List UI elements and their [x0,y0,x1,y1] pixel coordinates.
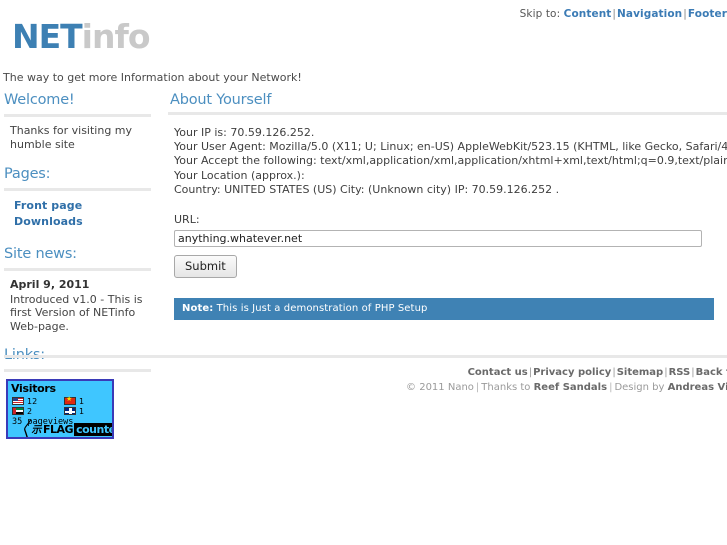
footer-sep-3: | [664,367,668,378]
news-body: Introduced v1.0 - This is first Version … [10,292,143,333]
flag-counter-swoosh-icon: 〱示 [20,425,44,436]
submit-button[interactable]: Submit [174,255,237,279]
flag-counter-brand-counter: counter [74,423,112,436]
news-date: April 9, 2011 [10,278,90,291]
flag-ae-icon [12,407,24,415]
skip-label: Skip to: [519,8,561,20]
sidebar-link-downloads[interactable]: Downloads [14,214,151,230]
flag-counter-count-cn: 1 [79,397,85,406]
note-banner: Note: This is Just a demonstration of PH… [174,298,714,321]
footer-link-rss[interactable]: RSS [669,367,691,378]
footer-thanks-name[interactable]: Reef Sandals [534,382,607,393]
info-line-accept: Your Accept the following: text/xml,appl… [174,154,727,168]
footer-links: Contact us|Privacy policy|Sitemap|RSS|Ba… [8,366,727,380]
footer-credit-sep-1: | [475,382,480,393]
skip-separator-1: | [612,8,617,20]
sidebar-pages-links: Front page Downloads [14,198,151,230]
info-line-location: Your Location (approx.): [174,168,305,182]
footer-copyright: © 2011 Nano [406,382,474,393]
flag-gb-icon [64,407,76,415]
content-rule [168,112,727,115]
info-line-ip: Your IP is: 70.59.126.252. [174,126,315,139]
sidebar-heading-site-news: Site news: [4,246,77,262]
footer-thanks-label: Thanks to [481,382,531,393]
info-line-user-agent: Your User Agent: Mozilla/5.0 (X11; U; Li… [174,140,727,154]
flag-cn-icon [64,395,76,405]
info-line-country: Country: UNITED STATES (US) City: (Unkno… [174,182,560,196]
skip-links: Skip to: Content|Navigation|Footer [520,8,727,20]
footer-sep-4: | [691,367,695,378]
footer-design-name[interactable]: Andreas Viklund [668,382,727,393]
flag-counter-count-ae: 2 [27,407,33,416]
sidebar-rule-welcome [4,114,151,117]
logo-net-text: NET [12,17,83,56]
flag-counter-count-us: 12 [27,397,38,406]
url-input[interactable] [174,230,702,248]
skip-link-content[interactable]: Content [564,8,612,20]
flag-counter-brand: 〱示FLAGcounter [20,423,112,436]
skip-link-footer[interactable]: Footer [688,8,727,20]
page-root: Skip to: Content|Navigation|Footer NETin… [0,0,727,545]
sidebar-news-item: April 9, 2011 Introduced v1.0 - This is … [10,278,151,333]
footer-link-back-to-top[interactable]: Back to top [696,367,727,378]
footer-sep-1: | [528,367,533,378]
flag-counter-row-gb: 1 [64,407,84,416]
footer-link-contact-us[interactable]: Contact us [468,367,528,378]
footer-design-label: Design by [614,382,665,393]
flag-counter-row-us: 12 [12,397,37,406]
flag-counter-count-gb: 1 [79,407,85,416]
skip-separator-2: | [683,8,687,20]
note-text: This is Just a demonstration of PHP Setu… [216,303,428,315]
content-heading: About Yourself [170,92,272,108]
sidebar-heading-welcome: Welcome! [4,92,75,108]
site-logo[interactable]: NETinfo [12,17,151,56]
logo-info-text: info [81,17,151,56]
footer: Contact us|Privacy policy|Sitemap|RSS|Ba… [8,366,727,395]
flag-counter-row-ae: 2 [12,407,32,416]
footer-link-sitemap[interactable]: Sitemap [617,367,664,378]
sidebar-rule-pages [4,188,151,191]
note-label: Note: [182,303,214,315]
sidebar-rule-site-news [4,268,151,271]
footer-credits: © 2011 Nano | Thanks to Reef Sandals | Desig… [8,381,727,395]
flag-counter-row-cn: 1 [64,395,85,406]
flag-counter-brand-flag: FLAG [43,423,74,436]
footer-divider [4,355,727,358]
skip-link-navigation[interactable]: Navigation [617,8,682,20]
url-label: URL: [174,213,200,227]
footer-credit-sep-2: | [609,382,613,393]
sidebar-link-front-page[interactable]: Front page [14,198,151,214]
sidebar-welcome-text: Thanks for visiting my humble site [10,124,133,151]
main-content: About Yourself Your IP is: 70.59.126.252… [168,92,727,321]
footer-link-privacy-policy[interactable]: Privacy policy [533,367,611,378]
visitor-info-block: Your IP is: 70.59.126.252. Your User Age… [174,126,727,197]
site-tagline: The way to get more Information about yo… [3,71,302,84]
sidebar-heading-pages: Pages: [4,166,51,182]
footer-sep-2: | [612,367,616,378]
flag-us-icon [12,397,24,405]
